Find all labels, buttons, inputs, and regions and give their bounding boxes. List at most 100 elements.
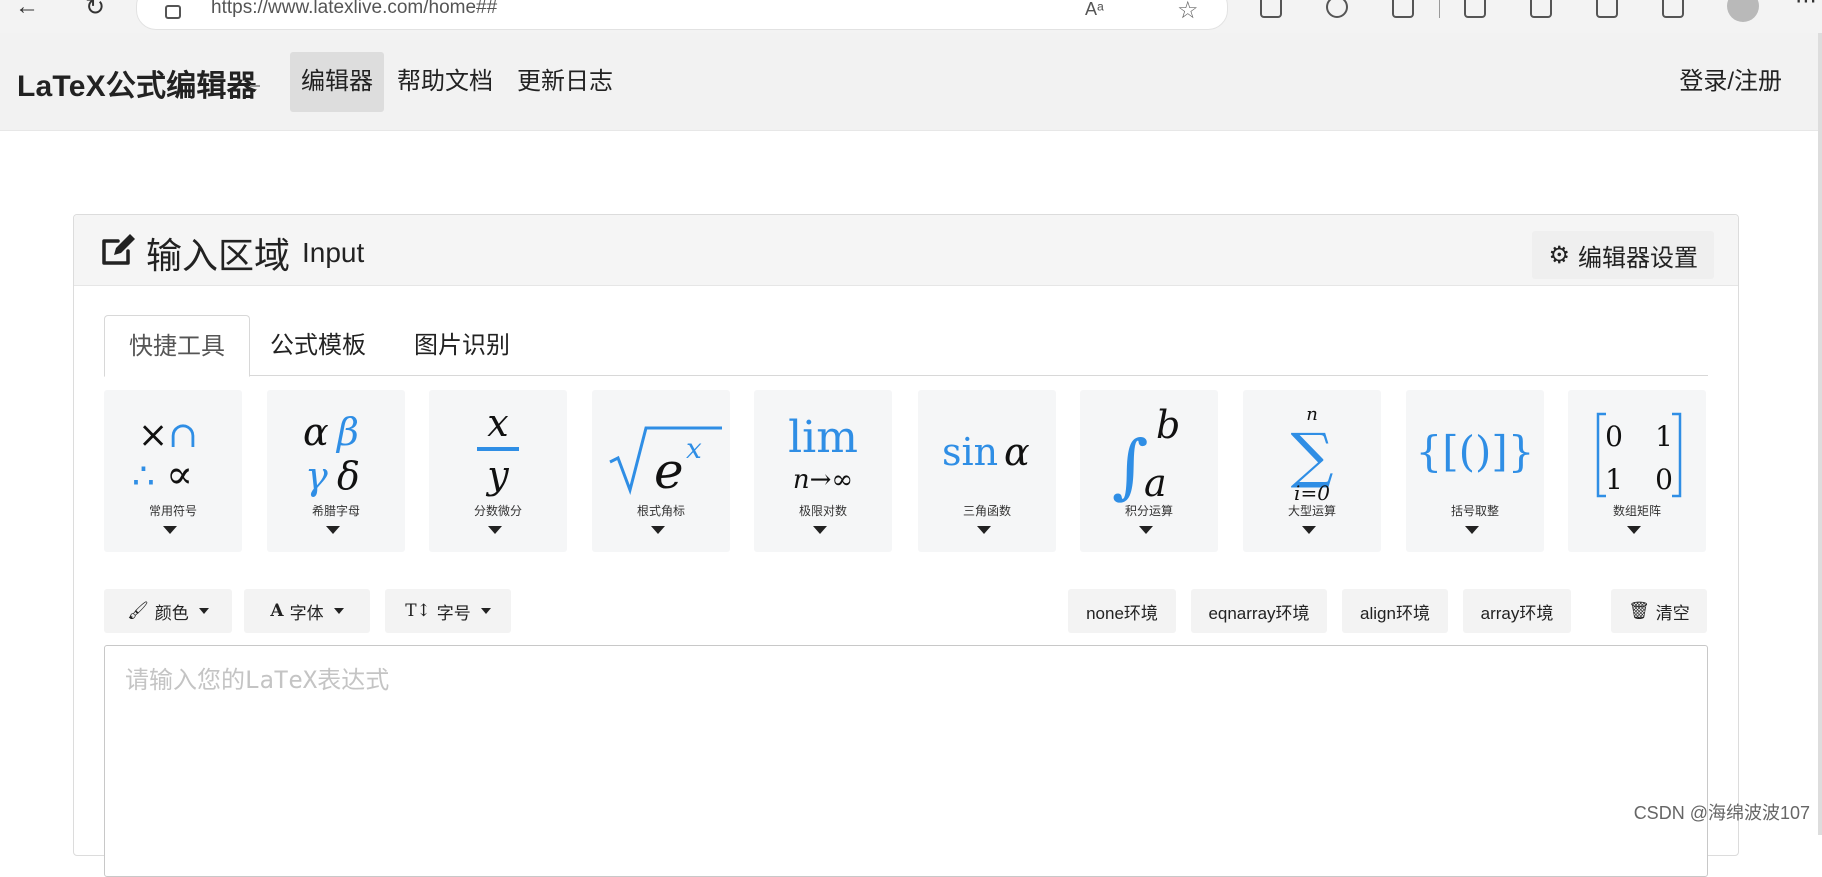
font-label: 字体 <box>289 603 324 623</box>
panel-title-en: Input <box>302 237 365 268</box>
tool-label: 根式角标 <box>636 504 685 518</box>
tool-brackets[interactable]: {[()]} 括号取整 <box>1406 390 1544 552</box>
font-icon: A <box>270 601 284 621</box>
chevron-down-icon[interactable] <box>1465 526 1479 534</box>
svg-text:∩: ∩ <box>168 415 198 456</box>
tool-trig[interactable]: sin α 三角函数 <box>918 390 1056 552</box>
edit-icon <box>102 234 135 265</box>
chevron-down-icon[interactable] <box>813 526 827 534</box>
font-dropdown[interactable]: A 字体 <box>244 589 370 633</box>
tool-label: 括号取整 <box>1450 504 1499 518</box>
tool-common-symbols[interactable]: × ∩ ∴ ∝ 常用符号 <box>104 390 242 552</box>
glyph-text: 1 <box>1605 463 1623 496</box>
chevron-down-icon[interactable] <box>977 526 991 534</box>
latex-editor-input[interactable]: 请输入您的LaTeX表达式 <box>104 645 1708 877</box>
editor-placeholder: 请输入您的LaTeX表达式 <box>125 666 390 694</box>
glyph-text: x <box>487 401 508 445</box>
editor-settings-button[interactable]: ⚙ 编辑器设置 <box>1532 231 1714 279</box>
glyph-text: n→∞ <box>793 465 853 495</box>
tool-label: 积分运算 <box>1124 504 1173 518</box>
chevron-down-icon[interactable] <box>326 526 340 534</box>
split-screen-icon[interactable] <box>1464 0 1486 18</box>
input-panel: 输入区域 Input ⚙ 编辑器设置 快捷工具 公式模板 图片识别 × ∩ ∴ … <box>73 214 1739 877</box>
fraction-icon: x y <box>477 401 519 497</box>
browser-toolbar: ← ↻ https://www.latexlive.com/home## Aᵃ … <box>0 0 1822 33</box>
env-array-button[interactable]: array环境 <box>1463 589 1571 633</box>
read-aloud-icon[interactable]: Aᵃ <box>1085 0 1104 20</box>
page-scrollbar[interactable] <box>1818 33 1822 835</box>
glyph-text: i=0 <box>1294 481 1330 504</box>
chevron-down-icon <box>333 608 344 614</box>
panel-title: 输入区域 <box>146 235 291 276</box>
tool-fraction[interactable]: x y 分数微分 <box>429 390 567 552</box>
site-info-icon[interactable] <box>165 5 181 19</box>
env-none-button[interactable]: none环境 <box>1068 589 1176 633</box>
svg-text:×: × <box>138 415 168 456</box>
back-arrow-icon[interactable]: ← <box>12 0 42 22</box>
text-height-icon: T↕ <box>405 601 431 621</box>
tool-label: 分数微分 <box>473 504 522 518</box>
common-symbols-icon: × ∩ ∴ ∝ <box>132 415 198 498</box>
nav-help-docs[interactable]: 帮助文档 <box>386 52 504 112</box>
site-header: LaTeX公式编辑器 编辑器 帮助文档 更新日志 登录/注册 <box>0 33 1822 131</box>
sum-icon: n ∑ i=0 <box>1291 404 1334 504</box>
address-bar[interactable]: https://www.latexlive.com/home## Aᵃ ☆ <box>136 0 1228 30</box>
tool-sqrt[interactable]: e x 根式角标 <box>592 390 730 552</box>
refresh-icon[interactable]: ↻ <box>80 0 110 22</box>
extension-icon[interactable] <box>1392 0 1414 18</box>
limit-icon: lim n→∞ <box>788 412 858 495</box>
tool-matrix[interactable]: 0 1 1 0 数组矩阵 <box>1568 390 1706 552</box>
color-dropdown[interactable]: 🖌 颜色 <box>104 589 232 633</box>
collections-icon[interactable] <box>1596 0 1618 18</box>
tab-formula-templates[interactable]: 公式模板 <box>246 315 390 375</box>
tool-label: 数组矩阵 <box>1612 504 1661 518</box>
chevron-down-icon[interactable] <box>651 526 665 534</box>
tool-label: 极限对数 <box>798 504 847 518</box>
extension-icon[interactable] <box>1326 0 1348 18</box>
tool-sum[interactable]: n ∑ i=0 大型运算 <box>1243 390 1381 552</box>
chevron-down-icon[interactable] <box>1302 526 1316 534</box>
nav-changelog[interactable]: 更新日志 <box>506 52 624 112</box>
performance-icon[interactable] <box>1662 0 1684 18</box>
glyph-text: 0 <box>1605 420 1623 453</box>
glyph-text: 0 <box>1655 463 1673 496</box>
login-register-link[interactable]: 登录/注册 <box>1679 52 1782 112</box>
chevron-down-icon[interactable] <box>488 526 502 534</box>
glyph-text: b <box>1156 403 1180 447</box>
matrix-icon: 0 1 1 0 <box>1596 412 1682 498</box>
tool-integral[interactable]: ∫ b a 积分运算 <box>1080 390 1218 552</box>
svg-text:∫: ∫ <box>1112 425 1148 504</box>
panel-header: 输入区域 Input ⚙ 编辑器设置 <box>74 215 1738 286</box>
site-brand[interactable]: LaTeX公式编辑器 <box>17 61 257 105</box>
env-align-button[interactable]: align环境 <box>1342 589 1448 633</box>
sqrt-icon: e x <box>609 426 722 500</box>
tool-label: 常用符号 <box>148 504 197 518</box>
nav-editor[interactable]: 编辑器 <box>290 52 384 112</box>
favorite-star-icon[interactable]: ☆ <box>1177 0 1199 25</box>
svg-text:∝: ∝ <box>166 452 193 498</box>
more-menu-icon[interactable]: ⋯ <box>1795 0 1817 14</box>
brush-icon: 🖌 <box>127 601 149 620</box>
env-eqnarray-button[interactable]: eqnarray环境 <box>1191 589 1327 633</box>
chevron-down-icon[interactable] <box>1627 526 1641 534</box>
tool-greek-letters[interactable]: α β γ δ 希腊字母 <box>267 390 405 552</box>
tool-limit[interactable]: lim n→∞ 极限对数 <box>754 390 892 552</box>
trash-icon: 🗑 <box>1628 601 1650 620</box>
tool-label: 大型运算 <box>1287 504 1336 518</box>
watermark: CSDN @海绵波波107 <box>1633 803 1810 823</box>
brackets-icon: {[()]} <box>1416 427 1535 476</box>
greek-letters-icon: α β γ δ <box>303 410 360 498</box>
favorites-icon[interactable] <box>1530 0 1552 18</box>
glyph-text: γ <box>305 454 328 498</box>
extension-icon[interactable] <box>1260 0 1282 18</box>
clear-label: 清空 <box>1655 603 1690 623</box>
tab-image-recognition[interactable]: 图片识别 <box>390 315 534 375</box>
chevron-down-icon[interactable] <box>1139 526 1153 534</box>
url-text[interactable]: https://www.latexlive.com/home## <box>211 0 497 19</box>
chevron-down-icon[interactable] <box>163 526 177 534</box>
gear-icon: ⚙ <box>1548 241 1570 269</box>
font-size-dropdown[interactable]: T↕ 字号 <box>385 589 511 633</box>
clear-button[interactable]: 🗑 清空 <box>1611 589 1707 633</box>
tab-quick-tools[interactable]: 快捷工具 <box>104 315 250 377</box>
profile-avatar[interactable] <box>1727 0 1759 22</box>
